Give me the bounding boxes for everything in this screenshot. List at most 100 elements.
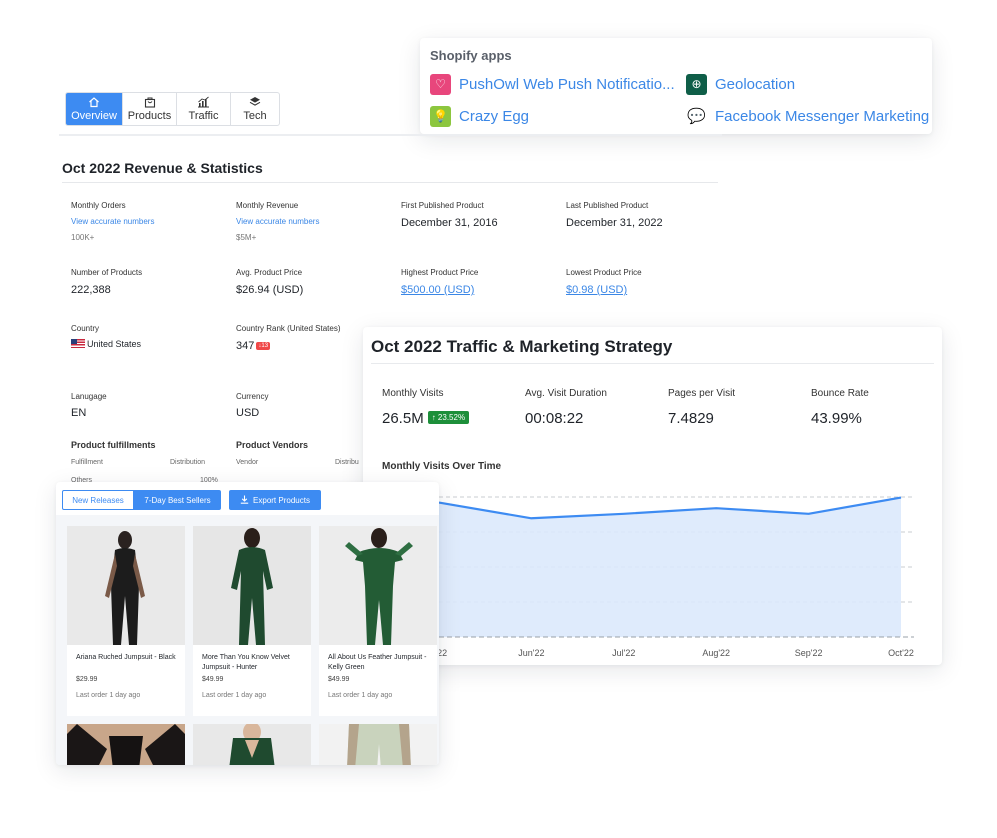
app-name: PushOwl Web Push Notificatio... [459,75,675,93]
language-label: Lanugage [71,392,107,401]
monthly-orders-link[interactable]: View accurate numbers [71,217,154,226]
monthly-visits-value: 26.5M ↑ 23.52% [382,410,470,427]
section-tabs: Overview Products Traffic Tech [65,92,280,126]
country-rank-label: Country Rank (United States) [236,324,341,333]
vendors-label: Product Vendors [236,440,309,450]
product-image [193,526,311,645]
num-products-value: 222,388 [71,284,111,296]
rank-number: 347 [236,340,255,352]
tab-new-releases[interactable]: New Releases [62,490,134,510]
tab-tech[interactable]: Tech [231,93,279,125]
product-image [193,724,311,765]
app-name: Facebook Messenger Marketing [715,107,930,125]
tab-products[interactable]: Products [123,93,177,125]
chart-title: Monthly Visits Over Time [382,461,502,472]
fulfillment-col-header: Fulfillment [71,459,103,466]
product-price: $49.99 [328,676,350,683]
monthly-orders-value: 100K+ [71,233,95,242]
pushowl-icon: ♡ [430,73,451,95]
visits-growth-badge: ↑ 23.52% [427,411,470,424]
visits-number: 26.5M [382,410,424,427]
language-value: EN [71,407,87,419]
product-price: $29.99 [76,676,98,683]
country-rank-value: 347 ↓13 [236,340,271,352]
tab-traffic[interactable]: Traffic [177,93,231,125]
product-image [67,724,185,765]
stats-divider [62,182,718,183]
country-label: Country [71,324,100,333]
shopify-apps-title: Shopify apps [430,48,512,63]
layers-icon [249,96,261,110]
product-card[interactable] [67,724,185,765]
monthly-revenue-value: $5M+ [236,233,257,242]
app-item-crazy-egg[interactable]: 💡 Crazy Egg [430,105,529,127]
export-products-button[interactable]: Export Products [229,490,321,510]
product-name: Ariana Ruched Jumpsuit - Black [76,654,176,661]
product-card[interactable]: More Than You Know Velvet Jumpsuit - Hun… [193,526,311,716]
product-image [67,526,185,645]
last-published-label: Last Published Product [566,201,649,210]
avg-duration-label: Avg. Visit Duration [525,388,607,399]
stats-title: Oct 2022 Revenue & Statistics [62,160,263,176]
product-card[interactable] [319,724,437,765]
home-icon [88,96,100,110]
first-published-label: First Published Product [401,201,484,210]
last-published-value: December 31, 2022 [566,217,663,229]
monthly-revenue-label: Monthly Revenue [236,201,299,210]
tab-label: Products [127,110,172,122]
app-item-pushowl[interactable]: ♡ PushOwl Web Push Notificatio... [430,73,675,95]
tab-label: Tech [243,110,267,122]
product-card[interactable]: Ariana Ruched Jumpsuit - Black $29.99 La… [67,526,185,716]
chart-x-tick-label: Jun'22 [518,648,544,658]
app-item-facebook-messenger[interactable]: 💬 Facebook Messenger Marketing [686,105,929,127]
monthly-visits-label: Monthly Visits [382,388,444,399]
tab-best-sellers[interactable]: 7-Day Best Sellers [134,490,221,510]
product-last-order: Last order 1 day ago [328,692,393,699]
num-products-label: Number of Products [71,268,143,277]
traffic-title: Oct 2022 Traffic & Marketing Strategy [371,337,673,356]
chart-x-tick-label: Sep'22 [795,648,823,658]
product-last-order: Last order 1 day ago [76,692,141,699]
distribution-col-header: Distribution [170,459,206,466]
fulfillments-label: Product fulfillments [71,440,156,450]
product-name: All About Us Feather Jumpsuit - Kelly Gr… [328,654,427,671]
product-name: More Than You Know Velvet Jumpsuit - Hun… [202,654,290,671]
product-image [319,526,437,645]
product-card[interactable]: All About Us Feather Jumpsuit - Kelly Gr… [319,526,437,716]
vendor-col-header: Vendor [236,459,259,466]
avg-price-label: Avg. Product Price [236,268,303,277]
tabs-divider [59,134,722,136]
globe-icon: ⊕ [686,73,707,95]
lowest-price-link[interactable]: $0.98 (USD) [566,284,627,296]
product-last-order: Last order 1 day ago [202,692,267,699]
bounce-rate-label: Bounce Rate [811,388,869,399]
tab-overview[interactable]: Overview [66,93,123,125]
avg-duration-value: 00:08:22 [525,410,584,427]
shopping-bag-icon [144,96,156,110]
monthly-orders-label: Monthly Orders [71,201,126,210]
highest-price-link[interactable]: $500.00 (USD) [401,284,474,296]
bar-chart-icon [197,96,210,110]
shopify-apps-card: Shopify apps ♡ PushOwl Web Push Notifica… [420,38,932,134]
currency-label: Currency [236,392,269,401]
product-price: $49.99 [202,676,224,683]
products-card: New Releases 7-Day Best Sellers Export P… [56,482,439,765]
avg-price-value: $26.94 (USD) [236,284,304,296]
crazy-egg-icon: 💡 [430,105,451,127]
highest-price-label: Highest Product Price [401,268,479,277]
pages-per-visit-label: Pages per Visit [668,388,736,399]
monthly-revenue-link[interactable]: View accurate numbers [236,217,319,226]
chart-area [439,497,901,637]
export-label: Export Products [253,495,310,505]
app-name: Geolocation [715,75,796,93]
lowest-price-label: Lowest Product Price [566,268,642,277]
traffic-divider [371,363,934,364]
products-toolbar: New Releases 7-Day Best Sellers Export P… [62,490,321,510]
pages-per-visit-value: 7.4829 [668,410,714,427]
first-published-value: December 31, 2016 [401,217,498,229]
product-image [319,724,437,765]
product-card[interactable] [193,724,311,765]
chat-bubbles-icon: 💬 [687,108,706,125]
app-item-geolocation[interactable]: ⊕ Geolocation [686,73,795,95]
traffic-card: Oct 2022 Traffic & Marketing Strategy Mo… [363,327,942,665]
